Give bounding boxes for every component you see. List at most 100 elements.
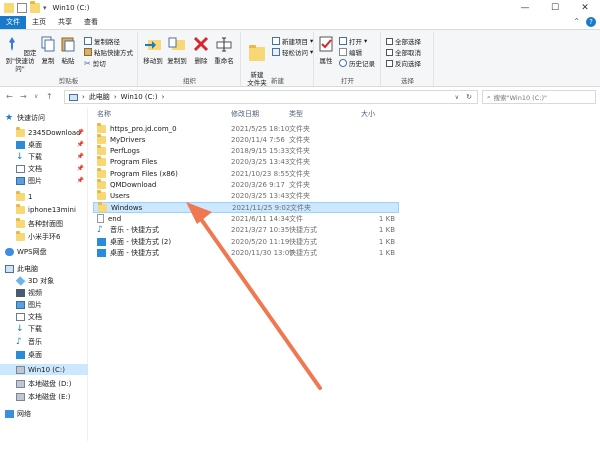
select-all-button[interactable]: 全部选择 [386,36,421,46]
sidebar-item[interactable]: ↓ 下载 📌 [0,151,88,162]
table-row[interactable]: 桌面 - 快捷方式 (2) 2020/5/20 11:19 快捷方式 1 KB [93,236,399,247]
column-header-size[interactable]: 大小 [361,108,375,120]
sidebar-item[interactable]: 网络 [0,408,88,419]
table-row[interactable]: ♪ 音乐 - 快捷方式 2021/3/27 10:35 快捷方式 1 KB [93,225,399,236]
pin-quick-access-button[interactable]: 固定到"快速访问" [2,35,38,73]
table-row[interactable]: QMDownload 2020/3/26 9:17 文件夹 [93,179,399,191]
select-none-button[interactable]: 全部取消 [386,47,421,57]
sidebar-item[interactable]: 2345Download 📌 [0,126,88,138]
edit-button[interactable]: 编辑 [339,47,362,57]
sidebar-item[interactable]: 3D 对象 [0,275,88,286]
table-row[interactable]: end 2021/6/11 14:34 文件 1 KB [93,213,399,224]
folder-icon [97,145,106,156]
sidebar-item[interactable]: ↓ 下载 [0,323,88,334]
rename-button[interactable]: 重命名 [211,35,237,65]
table-row[interactable]: PerfLogs 2018/9/15 15:33 文件夹 [93,145,399,157]
table-row[interactable]: 桌面 - 快捷方式 2020/11/30 13:07 快捷方式 1 KB [93,247,399,258]
invert-selection-button[interactable]: 反向选择 [386,58,421,68]
properties-quick-icon[interactable] [17,3,27,13]
sidebar-item[interactable]: 图片 [0,299,88,310]
tab-home[interactable]: 主页 [26,16,52,29]
table-row[interactable]: Program Files (x86) 2021/10/23 8:55 文件夹 [93,167,399,179]
open-button[interactable]: 打开 ▾ [339,36,367,46]
sidebar-item[interactable]: 本地磁盘 (E:) [0,391,88,402]
breadcrumb-drive[interactable]: Win10 (C:) [121,93,158,101]
history-button[interactable]: 历史记录 [339,58,375,68]
column-header-date[interactable]: 修改日期 [231,108,259,120]
select-none-icon [386,48,393,56]
address-bar[interactable]: › 此电脑 › Win10 (C:) › ∨ ↻ [64,90,478,104]
collapse-ribbon-icon[interactable]: ⌃ [573,17,580,27]
sidebar-item-label: 快速访问 [17,113,45,122]
recent-dropdown-icon[interactable]: ∨ [34,93,38,100]
column-header-type[interactable]: 类型 [289,108,303,120]
properties-button[interactable]: 属性 [316,35,336,65]
new-item-button[interactable]: 新建项目 ▾ [272,36,313,46]
up-button[interactable]: ↑ [46,92,53,101]
table-row[interactable]: Users 2020/3/25 13:43 文件夹 [93,190,399,202]
back-button[interactable]: ← [6,92,13,101]
sidebar-item[interactable]: 本地磁盘 (D:) [0,378,88,389]
sidebar-item[interactable]: ★ 快速访问 [0,112,88,123]
breadcrumb-this-pc[interactable]: 此电脑 [89,92,110,102]
group-caption: 新建 [271,77,284,85]
copy-path-button[interactable]: 复制路径 [84,36,120,46]
sidebar-item[interactable]: ♪ 音乐 [0,336,88,347]
sidebar-item-label: WPS网盘 [17,247,47,256]
dropdown-chevron-icon[interactable]: ▾ [43,4,47,12]
sidebar-item[interactable]: 图片 📌 [0,175,88,186]
move-to-button[interactable]: 移动到 [141,35,165,65]
copy-path-icon [84,37,92,45]
tab-share[interactable]: 共享 [52,16,78,29]
folder-icon [16,230,25,241]
forward-button[interactable]: → [20,92,27,101]
sidebar-item[interactable]: 此电脑 [0,263,88,274]
sidebar-item[interactable]: 文档 [0,311,88,322]
refresh-icon[interactable]: ↻ [466,93,472,101]
minimize-button[interactable]: — [510,0,540,16]
copy-button[interactable]: 复制 [38,35,58,65]
table-row[interactable]: Windows 2021/11/25 9:02 文件夹 [93,201,399,214]
maximize-button[interactable]: ☐ [540,0,570,16]
file-type: 文件 [289,214,303,223]
group-caption: 组织 [183,77,196,85]
sidebar-item[interactable]: 1 [0,190,88,202]
file-date: 2020/11/30 13:07 [231,248,294,257]
sidebar-item[interactable]: 各种封面图 [0,217,88,229]
cut-button[interactable]: ✂ 剪切 [84,58,106,69]
picture-icon [16,300,25,309]
sidebar-item-label: 网络 [17,409,31,418]
edit-icon [339,48,347,56]
new-folder-quick-icon[interactable] [30,1,40,13]
paste-shortcut-button[interactable]: 粘贴快捷方式 [84,47,133,57]
network-icon [5,409,14,418]
column-header-name[interactable]: 名称 [97,108,111,120]
file-name: end [108,214,122,223]
navigation-pane: ★ 快速访问 2345Download 📌 桌面 📌 ↓ 下载 📌 文档 📌 图片 📌 1 iphone13… [0,108,88,441]
sidebar-item[interactable]: 小米手环6 [0,230,88,242]
delete-button[interactable]: 删除 [191,35,211,65]
paste-button[interactable]: 粘贴 [58,35,78,65]
sidebar-item[interactable]: Win10 (C:) [0,364,88,375]
sidebar-item[interactable]: 文档 📌 [0,163,88,174]
table-row[interactable]: https_pro.jd.com_0 2021/5/25 18:10 文件夹 [93,122,399,134]
search-input[interactable]: ⌕ 搜索"Win10 (C:)" [482,90,596,104]
address-dropdown-icon[interactable]: ∨ [455,94,459,101]
window-title: Win10 (C:) [52,4,90,12]
title-bar: ▾ Win10 (C:) — ☐ ✕ [0,0,600,16]
easy-access-button[interactable]: 轻松访问 ▾ [272,47,313,57]
table-row[interactable]: Program Files 2020/3/25 13:43 文件夹 [93,156,399,168]
sidebar-item[interactable]: WPS网盘 [0,246,88,257]
copy-to-button[interactable]: 复制到 [165,35,189,65]
sidebar-item[interactable]: iphone13mini [0,203,88,215]
tab-view[interactable]: 查看 [78,16,104,29]
sidebar-item[interactable]: 桌面 [0,349,88,360]
sidebar-item-label: 3D 对象 [28,276,55,285]
help-icon[interactable]: ? [586,17,596,27]
table-row[interactable]: MyDrivers 2020/11/4 7:56 文件夹 [93,133,399,145]
close-button[interactable]: ✕ [570,0,600,16]
sidebar-item[interactable]: 桌面 📌 [0,139,88,150]
file-type: 文件夹 [289,158,310,167]
tab-file[interactable]: 文件 [0,16,26,29]
sidebar-item[interactable]: 视频 [0,287,88,298]
